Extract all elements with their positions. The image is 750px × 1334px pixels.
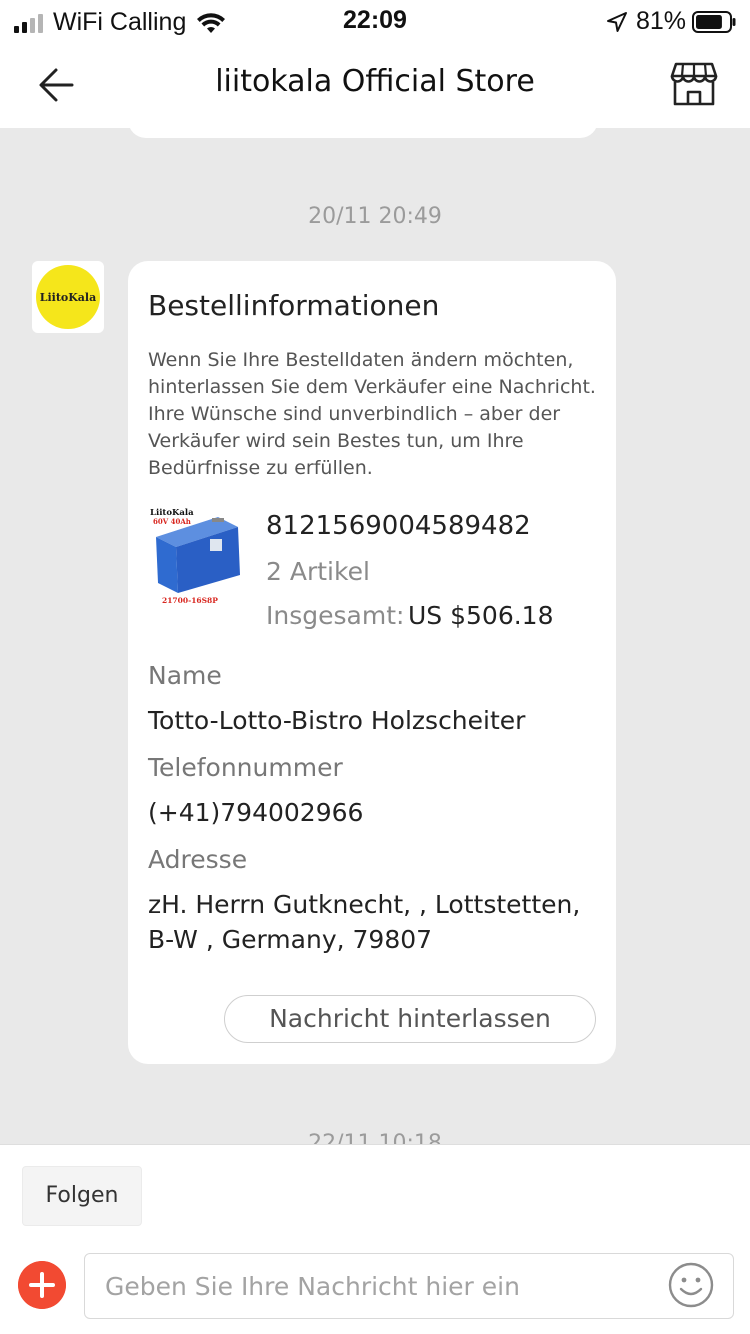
plus-circle-icon[interactable]	[18, 1261, 66, 1309]
order-number[interactable]: 8121569004589482	[266, 511, 531, 541]
total-label: Insgesamt:	[266, 601, 405, 630]
store-logo: LiitoKala	[36, 265, 100, 329]
message-input[interactable]	[84, 1253, 734, 1319]
follow-button[interactable]: Folgen	[22, 1166, 142, 1226]
store-icon[interactable]	[670, 62, 718, 106]
address-label: Adresse	[148, 845, 248, 874]
address-value: zH. Herrn Gutknecht, , Lottstetten, B-W …	[148, 890, 581, 954]
card-title: Bestellinformationen	[148, 289, 440, 322]
smiley-icon[interactable]	[668, 1262, 714, 1308]
total-value: US $506.18	[408, 601, 554, 630]
name-label: Name	[148, 661, 222, 690]
phone-value: (+41)794002966	[148, 798, 364, 827]
avatar[interactable]: LiitoKala	[32, 261, 104, 333]
status-right: 81%	[606, 7, 736, 36]
battery-icon	[692, 10, 736, 33]
phone-label: Telefonnummer	[148, 753, 343, 782]
message-timestamp-partial: 22/11 10:18	[308, 1131, 442, 1144]
product-spec-text: 60V 40Ah	[153, 517, 191, 526]
product-model-text: 21700-16S8P	[162, 596, 218, 605]
status-bar: WiFi Calling 22:09 81%	[0, 0, 750, 42]
bottom-input-panel: Folgen	[0, 1144, 750, 1334]
message-timestamp: 20/11 20:49	[308, 204, 442, 229]
location-arrow-icon	[606, 11, 627, 32]
battery-percent: 81%	[635, 7, 686, 35]
page-title: liitokala Official Store	[215, 64, 535, 99]
name-value: Totto-Lotto-Bistro Holzscheiter	[148, 706, 526, 735]
arrow-left-icon[interactable]	[36, 64, 78, 106]
previous-message-bubble	[128, 110, 598, 138]
leave-message-button[interactable]: Nachricht hinterlassen	[224, 995, 596, 1043]
card-description: Wenn Sie Ihre Bestelldaten ändern möchte…	[148, 349, 596, 479]
product-image[interactable]: LiitoKala 60V 40Ah 21700-16S8P	[148, 505, 240, 605]
order-info-card: Bestellinformationen Wenn Sie Ihre Beste…	[128, 261, 616, 1064]
item-count: 2 Artikel	[266, 557, 370, 586]
